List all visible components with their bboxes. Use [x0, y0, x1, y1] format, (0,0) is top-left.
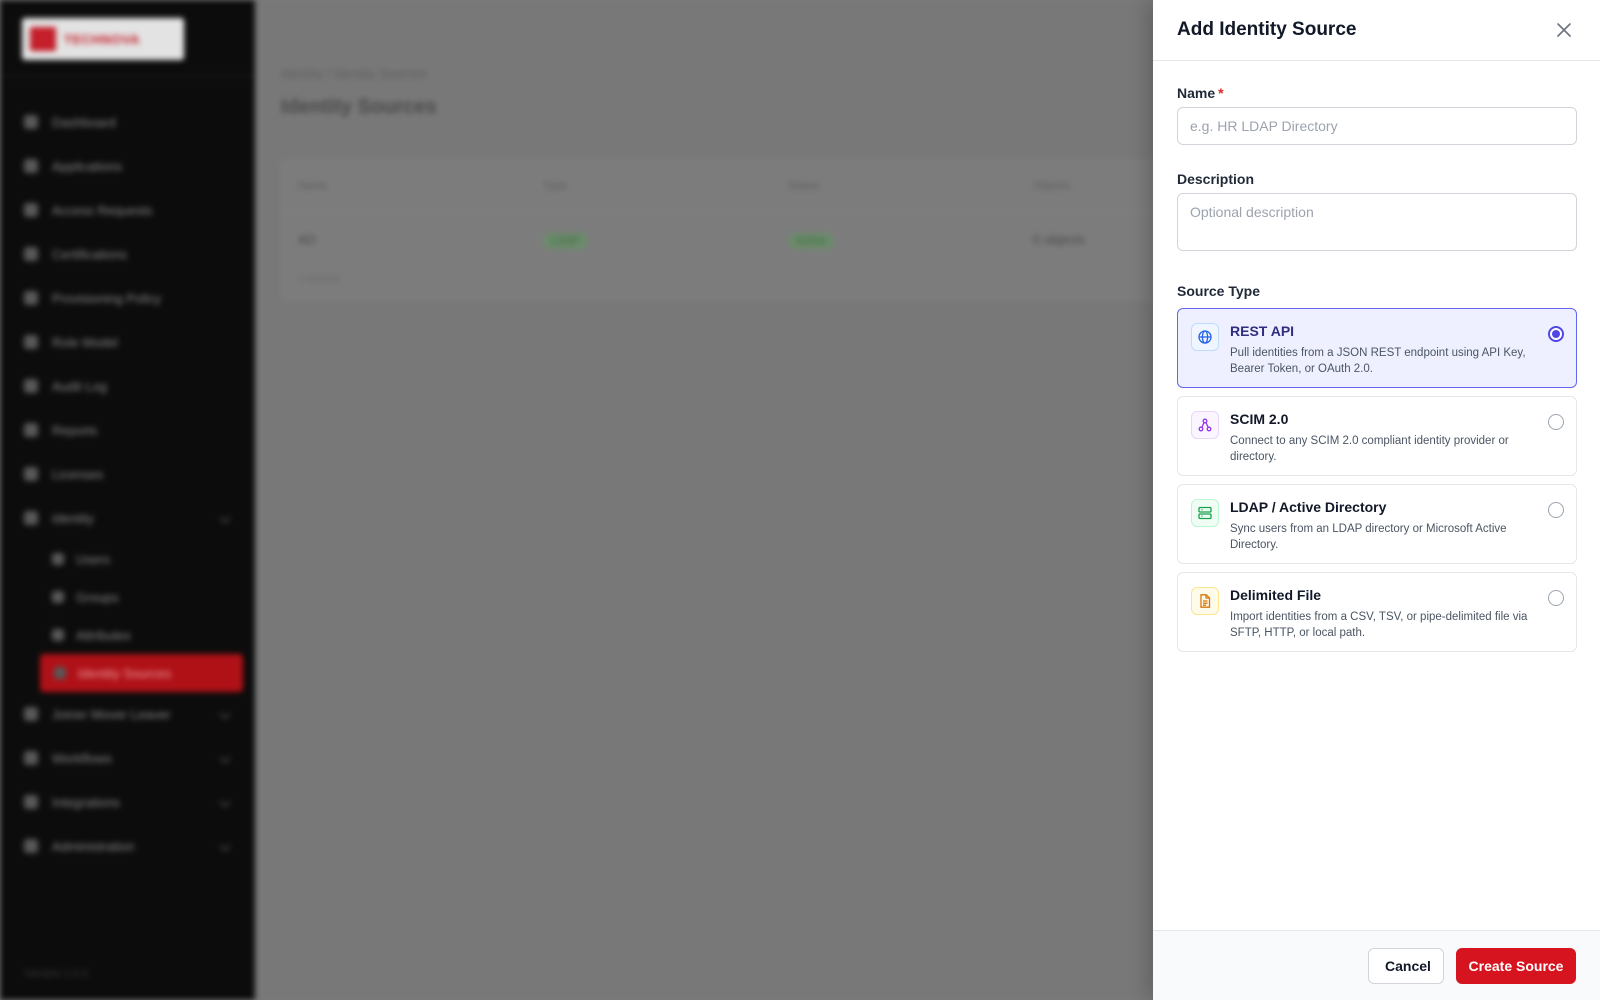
- radio-button[interactable]: [1548, 590, 1564, 606]
- add-identity-source-drawer: Add Identity Source Name* Description So…: [1153, 0, 1600, 1000]
- source-type-scim[interactable]: SCIM 2.0 Connect to any SCIM 2.0 complia…: [1177, 396, 1577, 476]
- source-type-description: Sync users from an LDAP directory or Mic…: [1230, 523, 1507, 551]
- source-type-delimited-file[interactable]: Delimited File Import identities from a …: [1177, 572, 1577, 652]
- source-type-name: Delimited File: [1230, 587, 1322, 603]
- drawer-footer: Cancel Create Source: [1153, 930, 1600, 1000]
- cancel-button[interactable]: Cancel: [1368, 947, 1444, 984]
- radio-button[interactable]: [1548, 326, 1564, 342]
- drawer-body: Name* Description Source Type REST API P…: [1153, 61, 1600, 652]
- description-input[interactable]: [1177, 193, 1577, 251]
- source-type-name: SCIM 2.0: [1230, 411, 1289, 427]
- required-mark: *: [1218, 85, 1224, 101]
- source-type-name: LDAP / Active Directory: [1230, 499, 1387, 515]
- source-type-description: Connect to any SCIM 2.0 compliant identi…: [1230, 435, 1509, 463]
- radio-button[interactable]: [1548, 414, 1564, 430]
- description-label: Description: [1177, 171, 1255, 187]
- create-source-button[interactable]: Create Source: [1456, 947, 1576, 984]
- radio-button[interactable]: [1548, 502, 1564, 518]
- name-label-text: Name: [1177, 85, 1216, 101]
- source-type-description: Import identities from a CSV, TSV, or pi…: [1230, 611, 1528, 639]
- name-label: Name *: [1177, 85, 1576, 101]
- source-type-rest-api[interactable]: REST API Pull identities from a JSON RES…: [1177, 308, 1577, 388]
- source-type-label: Source Type: [1177, 283, 1260, 299]
- close-icon: [1557, 23, 1571, 37]
- source-type-ldap[interactable]: LDAP / Active Directory Sync users from …: [1177, 484, 1577, 564]
- close-button[interactable]: [1552, 18, 1576, 42]
- drawer-header: Add Identity Source: [1153, 0, 1600, 61]
- name-input[interactable]: [1177, 107, 1577, 145]
- globe-icon: [1191, 323, 1219, 351]
- drawer-title: Add Identity Source: [1177, 19, 1357, 40]
- network-icon: [1191, 411, 1219, 439]
- source-type-description: Pull identities from a JSON REST endpoin…: [1230, 347, 1526, 375]
- server-icon: [1191, 499, 1219, 527]
- file-icon: [1191, 587, 1219, 615]
- source-type-name: REST API: [1230, 323, 1295, 339]
